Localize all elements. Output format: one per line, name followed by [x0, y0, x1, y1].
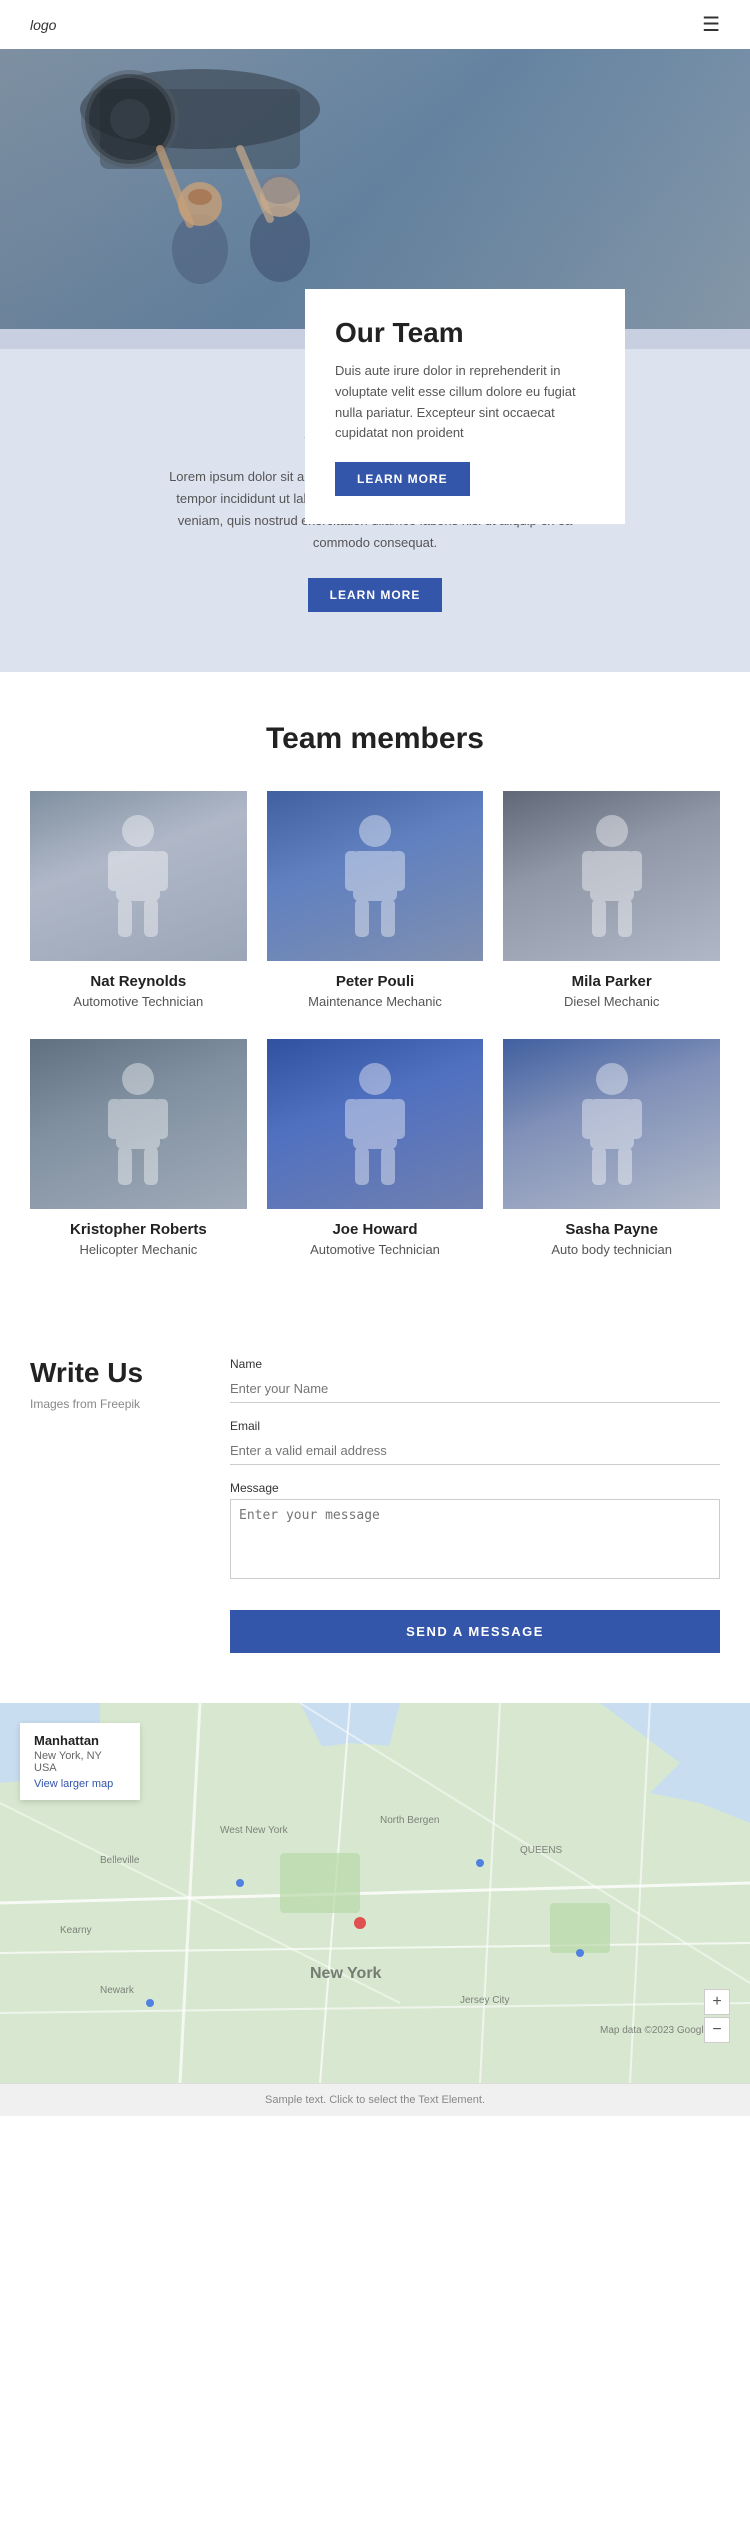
email-label: Email — [230, 1419, 720, 1433]
map-zoom-in-button[interactable]: + — [704, 1989, 730, 2015]
name-field-group: Name — [230, 1357, 720, 1403]
map-address: New York, NY USA — [34, 1750, 126, 1774]
bottom-bar: Sample text. Click to select the Text El… — [0, 2083, 750, 2116]
member-photo-4 — [267, 1039, 484, 1209]
member-name-3: Kristopher Roberts — [30, 1221, 247, 1238]
member-photo-1 — [267, 791, 484, 961]
member-role-4: Automotive Technician — [267, 1242, 484, 1257]
message-input[interactable] — [230, 1499, 720, 1579]
site-header: logo ☰ — [0, 0, 750, 49]
member-photo-5 — [503, 1039, 720, 1209]
contact-section: Write Us Images from Freepik Name Email … — [0, 1307, 750, 1703]
member-photo-3 — [30, 1039, 247, 1209]
member-name-4: Joe Howard — [267, 1221, 484, 1238]
member-name-0: Nat Reynolds — [30, 973, 247, 990]
team-member: Sasha Payne Auto body technician — [503, 1039, 720, 1257]
message-label: Message — [230, 1481, 720, 1495]
svg-text:Kearny: Kearny — [60, 1925, 92, 1936]
hero-description: Duis aute irure dolor in reprehenderit i… — [335, 361, 595, 444]
map-view-larger-link[interactable]: View larger map — [34, 1778, 126, 1790]
hamburger-menu-icon[interactable]: ☰ — [702, 12, 720, 37]
member-photo-2 — [503, 791, 720, 961]
contact-title: Write Us — [30, 1357, 190, 1389]
member-name-2: Mila Parker — [503, 973, 720, 990]
map-city: Manhattan — [34, 1733, 126, 1748]
send-message-button[interactable]: SEND A MESSAGE — [230, 1610, 720, 1653]
name-label: Name — [230, 1357, 720, 1371]
svg-text:Map data ©2023 Google: Map data ©2023 Google — [600, 2025, 710, 2036]
email-input[interactable] — [230, 1437, 720, 1465]
map-zoom-controls: + − — [704, 1989, 730, 2043]
member-name-1: Peter Pouli — [267, 973, 484, 990]
member-role-5: Auto body technician — [503, 1242, 720, 1257]
member-role-3: Helicopter Mechanic — [30, 1242, 247, 1257]
svg-text:Newark: Newark — [100, 1985, 135, 1996]
team-member: Kristopher Roberts Helicopter Mechanic — [30, 1039, 247, 1257]
svg-text:QUEENS: QUEENS — [520, 1845, 563, 1856]
member-role-2: Diesel Mechanic — [503, 994, 720, 1009]
map-info-box: Manhattan New York, NY USA View larger m… — [20, 1723, 140, 1800]
name-input[interactable] — [230, 1375, 720, 1403]
svg-text:Belleville: Belleville — [100, 1855, 140, 1866]
hero-title: Our Team — [335, 317, 595, 349]
site-logo: logo — [30, 17, 56, 33]
member-photo-0 — [30, 791, 247, 961]
member-role-1: Maintenance Mechanic — [267, 994, 484, 1009]
svg-text:North Bergen: North Bergen — [380, 1815, 439, 1826]
contact-left: Write Us Images from Freepik — [30, 1357, 190, 1653]
hero-text-box: Our Team Duis aute irure dolor in repreh… — [305, 289, 625, 524]
contact-form: Name Email Message SEND A MESSAGE — [230, 1357, 720, 1653]
hero-illustration — [0, 49, 750, 329]
about-learn-more-button[interactable]: LEARN MORE — [308, 578, 443, 612]
hero-learn-more-button[interactable]: LEARN MORE — [335, 462, 470, 496]
member-name-5: Sasha Payne — [503, 1221, 720, 1238]
contact-subtitle: Images from Freepik — [30, 1397, 190, 1411]
svg-text:Jersey City: Jersey City — [460, 1995, 509, 2006]
team-member: Peter Pouli Maintenance Mechanic — [267, 791, 484, 1009]
email-field-group: Email — [230, 1419, 720, 1465]
team-grid: Nat Reynolds Automotive Technician Peter … — [30, 791, 720, 1257]
member-role-0: Automotive Technician — [30, 994, 247, 1009]
team-member: Nat Reynolds Automotive Technician — [30, 791, 247, 1009]
svg-text:West New York: West New York — [220, 1825, 289, 1836]
map-section: New York Kearny Newark QUEENS North Berg… — [0, 1703, 750, 2083]
team-member: Joe Howard Automotive Technician — [267, 1039, 484, 1257]
team-section: Team members Nat Reynolds Automotive Tech… — [0, 672, 750, 1307]
footer-text: Sample text. Click to select the Text El… — [265, 2094, 485, 2106]
message-field-group: Message — [230, 1481, 720, 1584]
svg-text:New York: New York — [310, 1965, 382, 1982]
team-title: Team members — [30, 722, 720, 756]
team-member: Mila Parker Diesel Mechanic — [503, 791, 720, 1009]
hero-section: Our Team Duis aute irure dolor in repreh… — [0, 49, 750, 349]
hero-image — [0, 49, 750, 329]
map-zoom-out-button[interactable]: − — [704, 2017, 730, 2043]
